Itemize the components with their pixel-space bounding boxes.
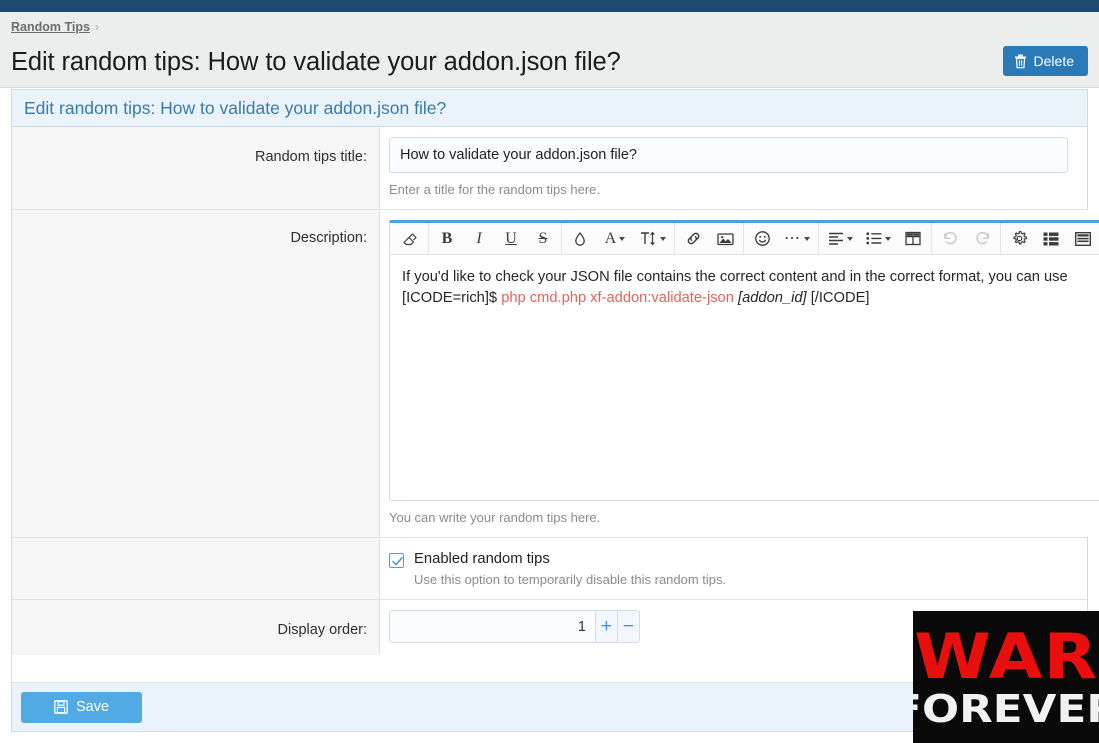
display-order-label: Display order: [12,600,380,655]
underline-icon[interactable]: U [495,224,527,254]
toolbar-group-extras: ⋯ [744,223,819,254]
display-order-stepper: + − [389,610,640,643]
strikethrough-icon[interactable]: S [527,224,559,254]
remove-formatting-icon[interactable] [394,224,426,254]
display-order-increment-button[interactable]: + [595,610,618,643]
save-button[interactable]: Save [21,691,142,723]
watermark-line-forever: FOREVER [913,687,1099,731]
toolbar-group-blocks [819,223,932,254]
page-title: Edit random tips: How to validate your a… [11,48,621,76]
form-row-description: Description: B I U S A ⋯ If you'd like t… [12,210,1099,538]
description-editor-area[interactable]: If you'd like to check your JSON file co… [390,255,1099,500]
enabled-field-label-spacer [12,538,380,599]
undo-icon[interactable] [934,224,966,254]
chevron-down-icon [884,236,891,241]
page-header: Random Tips › Edit random tips: How to v… [0,12,1099,88]
rich-text-editor: B I U S A ⋯ If you'd like to check your … [389,220,1099,501]
icode-parameter: [addon_id] [737,290,807,306]
form-row-enabled: Enabled random tips Use this option to t… [12,538,1087,600]
description-field-content: B I U S A ⋯ If you'd like to check your … [380,210,1099,537]
title-field-hint: Enter a title for the random tips here. [389,182,600,197]
delete-button[interactable]: Delete [1002,46,1088,76]
display-order-decrement-button[interactable]: − [617,610,640,643]
check-icon [392,557,403,566]
italic-icon[interactable]: I [463,224,495,254]
icode-open-tag: [ICODE=rich]$ [402,290,498,306]
toolbar-group-insert [675,223,744,254]
watermark-overlay: WAR FOREVER [913,611,1099,743]
chevron-down-icon [619,236,626,241]
drafts-icon[interactable] [1067,224,1099,254]
table-icon[interactable] [897,224,929,254]
toolbar-group-tools [1001,223,1099,254]
text-color-icon[interactable] [564,224,596,254]
more-options-icon[interactable]: ⋯ [778,224,816,254]
toggle-bb-code-icon[interactable] [1035,224,1067,254]
form-row-title: Random tips title: Enter a title for the… [12,127,1087,210]
save-button-label: Save [75,699,110,715]
chevron-down-icon [660,236,666,241]
font-family-icon[interactable]: A [596,224,634,254]
toolbar-group-text-style: B I U S [429,223,562,254]
chevron-down-icon [804,236,810,241]
link-icon[interactable] [677,224,709,254]
browser-top-bar [0,0,1099,12]
description-field-label: Description: [12,210,380,537]
icode-command: php cmd.php xf-addon:validate-json [501,290,734,306]
gear-icon[interactable] [1003,224,1035,254]
toolbar-group-font: A [562,223,675,254]
smilies-icon[interactable] [746,224,778,254]
breadcrumb-separator-icon: › [94,20,99,34]
text-align-icon[interactable] [821,224,859,254]
enabled-field-content: Enabled random tips Use this option to t… [380,538,1087,599]
toolbar-group-formatting-reset [392,223,429,254]
title-field-content: Enter a title for the random tips here. [380,127,1087,209]
chevron-down-icon [846,236,853,241]
description-field-hint: You can write your random tips here. [389,510,601,525]
icode-close-tag: [/ICODE] [810,290,870,306]
enabled-checkbox-wrapper[interactable]: Enabled random tips Use this option to t… [389,548,1068,587]
font-size-icon[interactable] [634,224,672,254]
display-order-input[interactable] [389,610,595,643]
editor-toolbar: B I U S A ⋯ [390,223,1099,255]
bold-icon[interactable]: B [431,224,463,254]
enabled-checkbox[interactable] [389,553,404,568]
title-field-label: Random tips title: [12,127,380,209]
panel-title: Edit random tips: How to validate your a… [12,90,1087,127]
floppy-disk-icon [54,700,68,714]
image-icon[interactable] [709,224,741,254]
list-icon[interactable] [859,224,897,254]
form-body: Random tips title: Enter a title for the… [12,127,1099,655]
enabled-checkbox-label: Enabled random tips [414,551,550,567]
redo-icon[interactable] [966,224,998,254]
delete-button-label: Delete [1033,53,1074,69]
trash-icon [1014,54,1026,68]
enabled-field-hint: Use this option to temporarily disable t… [414,572,727,587]
breadcrumb: Random Tips › [11,20,99,34]
breadcrumb-item-random-tips[interactable]: Random Tips [11,20,90,34]
editor-line-1: If you'd like to check your JSON file co… [402,269,1068,285]
editor-line-2: [ICODE=rich]$ php cmd.php xf-addon:valid… [402,288,1091,309]
random-tips-title-input[interactable] [389,137,1068,173]
toolbar-group-history [932,223,1001,254]
watermark-line-war: WAR [913,620,1099,693]
